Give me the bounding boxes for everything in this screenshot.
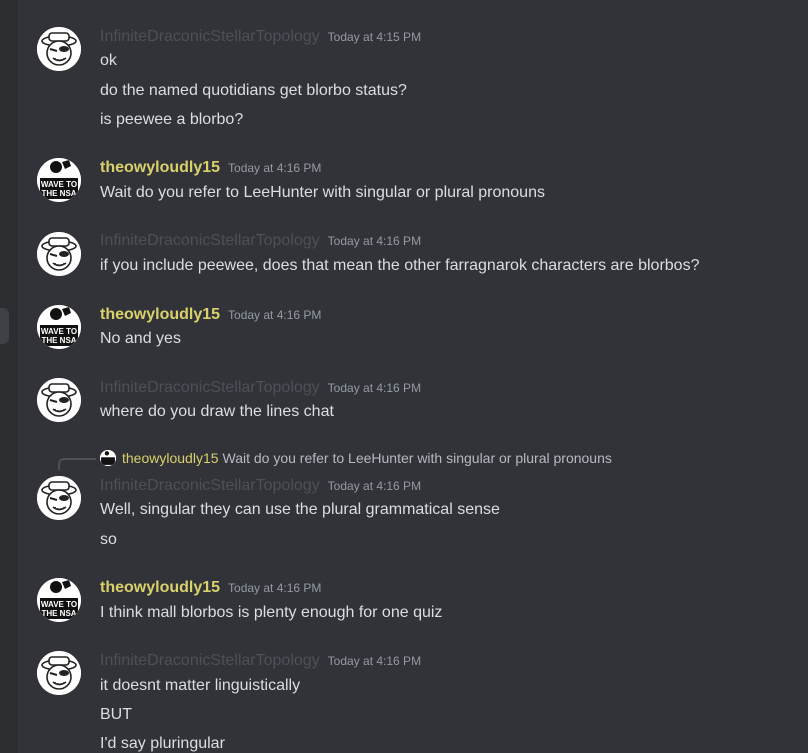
reply-connector bbox=[58, 458, 96, 470]
user-avatar-cartoon-icon[interactable] bbox=[37, 378, 81, 422]
message-header: theowyloudly15 Today at 4:16 PM bbox=[100, 306, 321, 324]
avatar-caption: WAVE TO bbox=[41, 180, 77, 189]
user-avatar-cartoon-icon[interactable] bbox=[37, 27, 81, 71]
avatar-caption: WAVE TO bbox=[41, 600, 77, 609]
user-avatar-wave-to-nsa-icon[interactable]: WAVE TO THE NSA bbox=[37, 305, 81, 349]
message-text: it doesnt matter linguistically bbox=[100, 677, 301, 694]
timestamp[interactable]: Today at 4:15 PM bbox=[328, 30, 421, 44]
message-header: InfiniteDraconicStellarTopology Today at … bbox=[100, 232, 421, 250]
message-text: ok bbox=[100, 52, 117, 69]
avatar-caption: THE NSA bbox=[41, 336, 76, 345]
reply-reference[interactable]: theowyloudly15 Wait do you refer to LeeH… bbox=[100, 450, 612, 466]
timestamp[interactable]: Today at 4:16 PM bbox=[328, 479, 421, 493]
author-name[interactable]: theowyloudly15 bbox=[100, 159, 220, 176]
author-name[interactable]: InfiniteDraconicStellarTopology bbox=[100, 28, 320, 45]
reply-avatar-icon bbox=[100, 450, 116, 466]
message-text: BUT bbox=[100, 706, 132, 723]
user-avatar-cartoon-icon[interactable] bbox=[37, 651, 81, 695]
timestamp[interactable]: Today at 4:16 PM bbox=[328, 654, 421, 668]
avatar-caption: WAVE TO bbox=[41, 327, 77, 336]
author-name[interactable]: theowyloudly15 bbox=[100, 579, 220, 596]
user-avatar-cartoon-icon[interactable] bbox=[37, 232, 81, 276]
timestamp[interactable]: Today at 4:16 PM bbox=[328, 381, 421, 395]
message-text: do the named quotidians get blorbo statu… bbox=[100, 82, 407, 99]
message-header: InfiniteDraconicStellarTopology Today at … bbox=[100, 379, 421, 397]
reply-author-name[interactable]: theowyloudly15 bbox=[122, 450, 219, 466]
message-header: theowyloudly15 Today at 4:16 PM bbox=[100, 579, 321, 597]
message-text: I think mall blorbos is plenty enough fo… bbox=[100, 604, 443, 621]
user-avatar-wave-to-nsa-icon[interactable]: WAVE TO THE NSA bbox=[37, 158, 81, 202]
avatar-caption: THE NSA bbox=[41, 609, 76, 618]
message-text: is peewee a blorbo? bbox=[100, 111, 244, 128]
message-text: Well, singular they can use the plural g… bbox=[100, 501, 500, 518]
author-name[interactable]: InfiniteDraconicStellarTopology bbox=[100, 379, 320, 396]
timestamp[interactable]: Today at 4:16 PM bbox=[228, 581, 321, 595]
user-avatar-wave-to-nsa-icon[interactable]: WAVE TO THE NSA bbox=[37, 578, 81, 622]
message-text: where do you draw the lines chat bbox=[100, 403, 334, 420]
author-name[interactable]: InfiniteDraconicStellarTopology bbox=[100, 477, 320, 494]
user-avatar-cartoon-icon[interactable] bbox=[37, 476, 81, 520]
message-header: InfiniteDraconicStellarTopology Today at … bbox=[100, 477, 421, 495]
author-name[interactable]: InfiniteDraconicStellarTopology bbox=[100, 652, 320, 669]
timestamp[interactable]: Today at 4:16 PM bbox=[328, 234, 421, 248]
reply-excerpt[interactable]: Wait do you refer to LeeHunter with sing… bbox=[223, 450, 612, 466]
message-header: InfiniteDraconicStellarTopology Today at … bbox=[100, 28, 421, 46]
timestamp[interactable]: Today at 4:16 PM bbox=[228, 308, 321, 322]
message-text: No and yes bbox=[100, 330, 181, 347]
author-name[interactable]: InfiniteDraconicStellarTopology bbox=[100, 232, 320, 249]
message-text: Wait do you refer to LeeHunter with sing… bbox=[100, 184, 545, 201]
message-text: if you include peewee, does that mean th… bbox=[100, 257, 700, 274]
message-text: so bbox=[100, 531, 117, 548]
timestamp[interactable]: Today at 4:16 PM bbox=[228, 161, 321, 175]
message-text: I'd say pluringular bbox=[100, 735, 225, 752]
avatar-caption: THE NSA bbox=[41, 189, 76, 198]
message-feed: InfiniteDraconicStellarTopology Today at … bbox=[0, 0, 808, 753]
message-header: theowyloudly15 Today at 4:16 PM bbox=[100, 159, 321, 177]
message-header: InfiniteDraconicStellarTopology Today at … bbox=[100, 652, 421, 670]
author-name[interactable]: theowyloudly15 bbox=[100, 306, 220, 323]
